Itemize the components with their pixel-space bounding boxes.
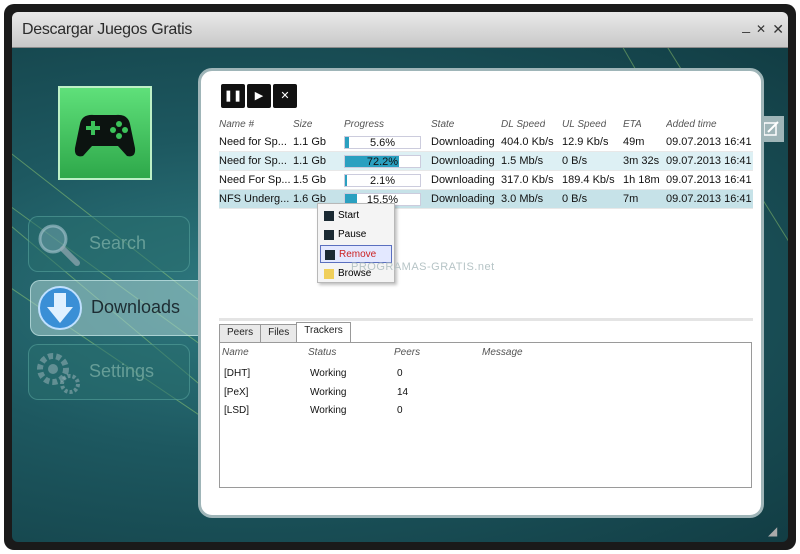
- progress-text: 5.6%: [369, 137, 396, 149]
- download-ul-speed: 0 B/s: [562, 155, 588, 167]
- download-added: 09.07.2013 16:41: [666, 193, 752, 205]
- col-name[interactable]: Name #: [219, 119, 254, 130]
- play-button[interactable]: ▶: [247, 84, 271, 108]
- magnifier-icon: [38, 224, 80, 266]
- col-state[interactable]: State: [431, 119, 454, 130]
- window-title: Descargar Juegos Gratis: [22, 21, 193, 38]
- download-size: 1.1 Gb: [293, 136, 327, 148]
- progress-text: 2.1%: [369, 175, 396, 187]
- minimize-button[interactable]: _: [742, 18, 750, 32]
- title-bar[interactable]: Descargar Juegos Gratis _ ✕ ✕: [12, 12, 788, 48]
- col-eta[interactable]: ETA: [623, 119, 642, 130]
- tcol-peers[interactable]: Peers: [394, 347, 420, 358]
- resize-grip[interactable]: ◢: [768, 524, 782, 538]
- tracker-row[interactable]: [DHT] Working 0: [220, 365, 751, 383]
- tcol-message[interactable]: Message: [482, 347, 523, 358]
- download-name: Need for Sp...: [219, 136, 287, 148]
- download-row[interactable]: Need For Sp... 1.5 Gb 2.1% Downloading 317.0…: [219, 171, 753, 190]
- folder-icon: [324, 269, 334, 279]
- download-ul-speed: 189.4 Kb/s: [562, 174, 615, 186]
- watermark: PROGRAMAS-GRATIS.net: [351, 261, 495, 273]
- pause-icon: [324, 230, 334, 240]
- download-dl-speed: 3.0 Mb/s: [501, 193, 544, 205]
- download-arrow-icon: [38, 286, 82, 330]
- download-dl-speed: 404.0 Kb/s: [501, 136, 554, 148]
- download-name: Need for Sp...: [219, 155, 287, 167]
- download-row[interactable]: NFS Underg... 1.6 Gb 15.5% Downloading 3.0 M…: [219, 190, 753, 209]
- download-name: NFS Underg...: [219, 193, 290, 205]
- trackers-table: Name Status Peers Message [DHT] Working …: [219, 342, 752, 488]
- close-icon: ✕: [280, 90, 290, 102]
- main-body: Search Downloads Settings ❚❚ ▶ ✕ Name # …: [12, 48, 788, 542]
- tab-trackers[interactable]: Trackers: [296, 322, 351, 342]
- tracker-row[interactable]: [PeX] Working 14: [220, 384, 751, 402]
- logo-tile: [58, 86, 152, 180]
- nav-downloads-label: Downloads: [91, 297, 181, 317]
- downloads-table: Name # Size Progress State DL Speed UL S…: [219, 119, 753, 209]
- download-size: 1.1 Gb: [293, 155, 327, 167]
- download-added: 09.07.2013 16:41: [666, 155, 752, 167]
- table-header: Name # Size Progress State DL Speed UL S…: [219, 119, 753, 133]
- tab-peers[interactable]: Peers: [219, 324, 262, 342]
- ctx-pause[interactable]: Pause: [320, 226, 392, 244]
- toolbar: ❚❚ ▶ ✕: [221, 84, 299, 108]
- download-row[interactable]: Need for Sp... 1.1 Gb 5.6% Downloading 404.0…: [219, 133, 753, 152]
- nav-search-label: Search: [89, 233, 147, 253]
- download-name: Need For Sp...: [219, 174, 291, 186]
- splitter[interactable]: [219, 318, 753, 321]
- remove-icon: [325, 250, 335, 260]
- col-dl-speed[interactable]: DL Speed: [501, 119, 545, 130]
- download-row[interactable]: Need for Sp... 1.1 Gb 72.2% Downloading 1.5 …: [219, 152, 753, 171]
- maximize-button[interactable]: ✕: [756, 22, 766, 36]
- download-state: Downloading: [431, 174, 495, 186]
- download-added: 09.07.2013 16:41: [666, 174, 752, 186]
- nav-search[interactable]: Search: [28, 216, 190, 272]
- pause-icon: ❚❚: [223, 90, 243, 102]
- download-eta: 7m: [623, 193, 639, 205]
- play-icon: [324, 211, 334, 221]
- gamepad-icon: [74, 114, 136, 157]
- col-added[interactable]: Added time: [666, 119, 717, 130]
- detail-tabs: Peers Files Trackers: [219, 322, 351, 342]
- stop-button[interactable]: ✕: [273, 84, 297, 108]
- tcol-name[interactable]: Name: [222, 347, 249, 358]
- progress-bar: 5.6%: [344, 136, 421, 149]
- app-window: Descargar Juegos Gratis _ ✕ ✕ Search Dow…: [4, 4, 796, 550]
- download-eta: 49m: [623, 136, 645, 148]
- download-eta: 1h 18m: [623, 174, 660, 186]
- tracker-row[interactable]: [LSD] Working 0: [220, 402, 751, 420]
- close-button[interactable]: ✕: [772, 22, 784, 36]
- nav-settings[interactable]: Settings: [28, 344, 190, 400]
- download-dl-speed: 1.5 Mb/s: [501, 155, 544, 167]
- col-size[interactable]: Size: [293, 119, 312, 130]
- download-state: Downloading: [431, 155, 495, 167]
- download-dl-speed: 317.0 Kb/s: [501, 174, 554, 186]
- download-added: 09.07.2013 16:41: [666, 136, 752, 148]
- col-ul-speed[interactable]: UL Speed: [562, 119, 606, 130]
- pause-button[interactable]: ❚❚: [221, 84, 245, 108]
- tab-files[interactable]: Files: [260, 324, 298, 342]
- download-state: Downloading: [431, 193, 495, 205]
- nav-settings-label: Settings: [89, 361, 155, 381]
- ctx-start[interactable]: Start: [320, 207, 392, 225]
- gears-icon: [37, 353, 80, 394]
- col-progress[interactable]: Progress: [344, 119, 384, 130]
- progress-text: 72.2%: [366, 156, 399, 168]
- play-icon: ▶: [254, 90, 264, 102]
- download-size: 1.5 Gb: [293, 174, 327, 186]
- download-ul-speed: 12.9 Kb/s: [562, 136, 609, 148]
- download-ul-speed: 0 B/s: [562, 193, 588, 205]
- download-eta: 3m 32s: [623, 155, 660, 167]
- progress-bar: 72.2%: [344, 155, 421, 168]
- download-state: Downloading: [431, 136, 495, 148]
- tcol-status[interactable]: Status: [308, 347, 336, 358]
- content-panel: ❚❚ ▶ ✕ Name # Size Progress State DL Speed…: [198, 68, 764, 518]
- nav-downloads[interactable]: Downloads: [30, 280, 210, 336]
- progress-bar: 2.1%: [344, 174, 421, 187]
